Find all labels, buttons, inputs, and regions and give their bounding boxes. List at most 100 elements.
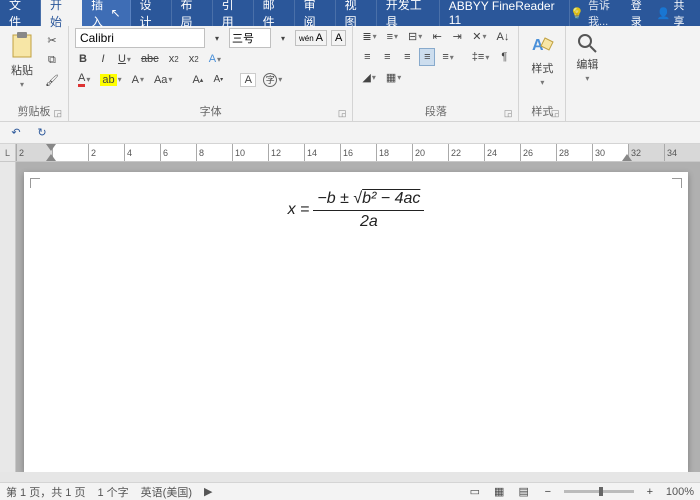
first-line-indent-marker[interactable]	[46, 144, 56, 151]
group-label-styles: 样式◲	[525, 102, 559, 121]
group-styles: A 样式 ▾ 样式◲	[519, 26, 566, 121]
tab-developer[interactable]: 开发工具	[377, 0, 440, 26]
tab-mailings[interactable]: 邮件	[254, 0, 295, 26]
bold-button[interactable]: B	[75, 51, 91, 67]
strikethrough-button[interactable]: abc	[138, 51, 162, 67]
dialog-launcher-icon[interactable]: ◲	[338, 108, 347, 119]
ribbon-tabs: 文件 开始 插入↖ 设计 布局 引用 邮件 审阅 视图 开发工具 ABBYY F…	[0, 0, 700, 26]
shrink-font-button[interactable]: A▾	[210, 72, 226, 87]
font-size-select[interactable]	[229, 28, 271, 48]
enclose-chars-button[interactable]: 字	[260, 71, 285, 89]
align-center-button[interactable]: ≡	[379, 49, 395, 65]
font-color-button[interactable]: A	[75, 70, 93, 89]
dialog-launcher-icon[interactable]: ◲	[504, 108, 513, 119]
italic-button[interactable]: I	[95, 51, 111, 67]
hanging-indent-marker[interactable]	[46, 154, 56, 161]
clipboard-icon	[10, 32, 34, 60]
tell-me-search[interactable]: 💡 告诉我...	[570, 0, 624, 29]
borders-button[interactable]: ▦	[383, 69, 404, 86]
font-name-dropdown[interactable]: ▾	[209, 32, 225, 45]
highlight-button[interactable]: ab	[97, 72, 124, 88]
share-button[interactable]: 👤共享	[657, 0, 692, 29]
status-word-count[interactable]: 1 个字	[97, 484, 128, 500]
dialog-launcher-icon[interactable]: ◲	[53, 108, 62, 119]
sort-button[interactable]: A↓	[493, 29, 512, 45]
editing-button[interactable]: 编辑 ▾	[572, 28, 602, 87]
login-link[interactable]: 登录	[631, 0, 651, 29]
char-shading-button[interactable]: A	[129, 72, 147, 88]
zoom-level[interactable]: 100%	[666, 486, 694, 498]
tab-abbyy[interactable]: ABBYY FineReader 11	[440, 0, 571, 26]
group-font: ▾ ▾ wénA A B I U abc x2 x2 A A ab A Aa	[69, 26, 353, 121]
bullets-button[interactable]: ≣	[359, 28, 379, 45]
zoom-out-button[interactable]: −	[540, 484, 556, 500]
format-painter-button[interactable]: 🖌	[42, 72, 62, 89]
view-print-button[interactable]: ▦	[491, 483, 507, 500]
underline-button[interactable]: U	[115, 51, 134, 67]
horizontal-ruler-area: L 22468101214161820222426283032343638404…	[0, 144, 700, 162]
right-indent-marker[interactable]	[622, 154, 632, 161]
copy-button[interactable]: ⧉	[42, 52, 62, 69]
change-case-button[interactable]: Aa	[151, 72, 175, 88]
vertical-ruler[interactable]	[0, 162, 16, 472]
user-icon: 👤	[657, 7, 671, 20]
tab-file[interactable]: 文件	[0, 0, 41, 26]
status-page[interactable]: 第 1 页，共 1 页	[6, 484, 85, 500]
cursor-icon: ↖	[110, 6, 120, 20]
bullets-icon: ≣	[362, 30, 371, 43]
zoom-slider[interactable]	[564, 490, 634, 493]
view-web-button[interactable]: ▤	[515, 483, 531, 500]
equation-object[interactable]: x = −b ± √b² − 4ac 2a	[24, 190, 688, 231]
multilevel-button[interactable]: ⊟	[405, 28, 425, 45]
distribute-button[interactable]: ≡	[439, 49, 456, 65]
align-justify-button[interactable]: ≡	[419, 48, 435, 66]
font-size-dropdown[interactable]: ▾	[275, 32, 291, 45]
align-left-button[interactable]: ≡	[359, 49, 375, 65]
scissors-icon: ✂	[47, 34, 56, 47]
document-page[interactable]: x = −b ± √b² − 4ac 2a	[24, 172, 688, 472]
grow-font-button[interactable]: A▴	[189, 72, 206, 88]
tab-view[interactable]: 视图	[336, 0, 377, 26]
show-marks-button[interactable]: ¶	[496, 49, 512, 65]
horizontal-ruler[interactable]: 2246810121416182022242628303234363840424…	[16, 144, 700, 161]
tab-selector[interactable]: L	[0, 144, 16, 161]
tab-insert[interactable]: 插入↖	[82, 0, 130, 26]
phonetic-guide-button[interactable]: wénA	[295, 30, 327, 46]
styles-button[interactable]: A 样式 ▾	[525, 28, 559, 91]
tab-design[interactable]: 设计	[131, 0, 172, 26]
zoom-in-button[interactable]: +	[642, 484, 658, 500]
tab-references[interactable]: 引用	[213, 0, 254, 26]
undo-button[interactable]: ↶	[8, 124, 24, 141]
document-area: x = −b ± √b² − 4ac 2a	[0, 162, 700, 472]
dialog-launcher-icon[interactable]: ◲	[551, 108, 560, 119]
superscript-button[interactable]: x2	[186, 51, 202, 67]
text-effects-button[interactable]: A	[206, 51, 224, 67]
increase-indent-button[interactable]: ⇥	[449, 28, 465, 45]
group-label-paragraph: 段落◲	[359, 102, 512, 121]
clear-formatting-button[interactable]: A	[240, 73, 256, 87]
multilevel-icon: ⊟	[408, 30, 417, 43]
align-right-button[interactable]: ≡	[399, 49, 415, 65]
redo-button[interactable]: ↻	[34, 124, 50, 141]
bucket-icon: ◢	[362, 71, 370, 84]
view-read-button[interactable]: ▭	[467, 483, 483, 500]
find-icon	[576, 32, 598, 54]
asian-layout-button[interactable]: ✕	[469, 28, 489, 45]
subscript-button[interactable]: x2	[166, 51, 182, 67]
status-language[interactable]: 英语(美国)	[141, 484, 192, 500]
paste-button[interactable]: 粘贴 ▾	[6, 28, 38, 93]
font-name-select[interactable]	[75, 28, 205, 48]
shading-button[interactable]: ◢	[359, 69, 378, 86]
cut-button[interactable]: ✂	[42, 32, 62, 49]
quick-access-toolbar: ↶ ↻	[0, 122, 700, 144]
lightbulb-icon: 💡	[570, 7, 584, 20]
decrease-indent-button[interactable]: ⇤	[429, 28, 445, 45]
tab-home[interactable]: 开始	[41, 0, 82, 26]
character-border-button[interactable]: A	[331, 30, 346, 46]
tab-layout[interactable]: 布局	[172, 0, 213, 26]
tab-review[interactable]: 审阅	[295, 0, 336, 26]
numbering-button[interactable]: ≡	[384, 29, 401, 45]
line-spacing-button[interactable]: ‡≡	[469, 49, 493, 65]
highlight-icon: ab	[100, 74, 116, 86]
status-macro-icon[interactable]: ▶	[204, 485, 212, 498]
